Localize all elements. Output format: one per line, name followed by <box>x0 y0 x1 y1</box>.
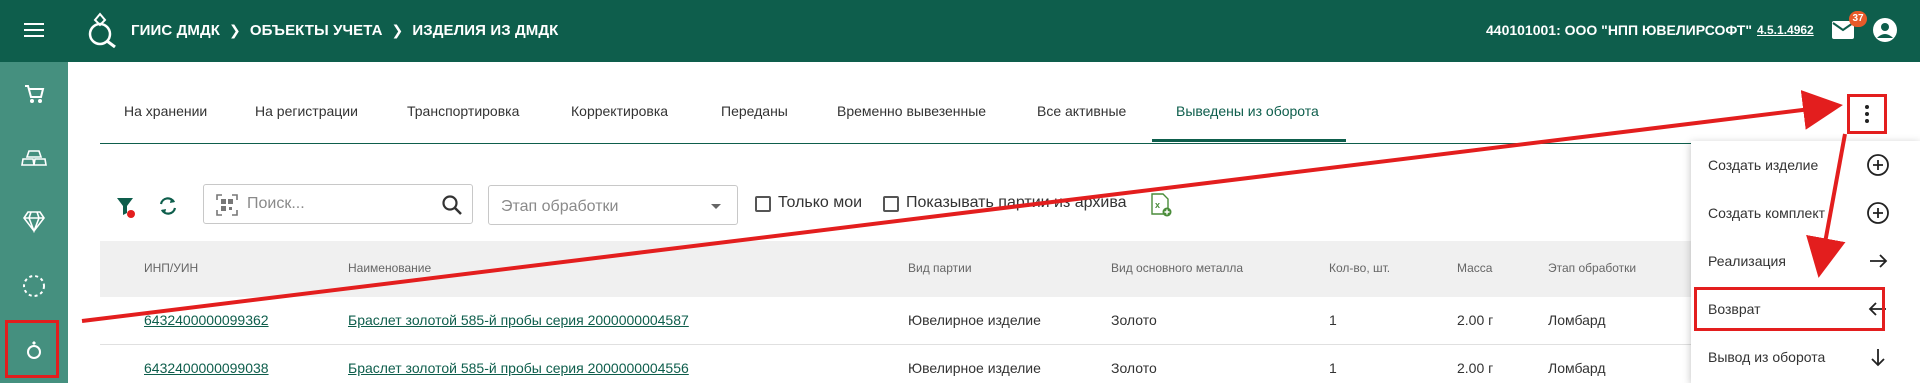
diamond-icon[interactable] <box>14 201 54 241</box>
menu-item-create-item[interactable]: Создать изделие <box>1691 141 1920 189</box>
organization-name: 440101001: ООО "НПП ЮВЕЛИРСОФТ" <box>1486 22 1752 38</box>
search-input[interactable] <box>247 193 427 215</box>
chevron-down-icon <box>711 204 721 209</box>
filter-icon[interactable] <box>116 196 136 218</box>
tab-all-active[interactable]: Все активные <box>1037 92 1126 144</box>
menu-item-sale[interactable]: Реализация <box>1691 237 1920 285</box>
annotation-box-kebab <box>1847 94 1887 134</box>
plus-circle-icon <box>1867 202 1889 224</box>
column-header-inp[interactable]: ИНП/УИН <box>144 261 198 275</box>
cart-icon[interactable] <box>14 74 54 114</box>
row-name-link[interactable]: Браслет золотой 585-й пробы серия 200000… <box>348 360 689 376</box>
row-stage: Ломбард <box>1548 312 1606 328</box>
column-header-stage[interactable]: Этап обработки <box>1548 261 1636 275</box>
version-link[interactable]: 4.5.1.4962 <box>1757 23 1814 37</box>
table-header: ИНП/УИН Наименование Вид партии Вид осно… <box>100 241 1900 297</box>
menu-item-label: Реализация <box>1708 253 1786 269</box>
tab-transport[interactable]: Транспортировка <box>407 92 519 144</box>
column-header-name[interactable]: Наименование <box>348 261 431 275</box>
tab-temporarily-exported[interactable]: Временно вывезенные <box>837 92 986 144</box>
breadcrumb-root[interactable]: ГИИС ДМДК <box>131 22 220 39</box>
breadcrumb-objects[interactable]: ОБЪЕКТЫ УЧЕТА <box>250 22 383 39</box>
circle-dashed-icon[interactable] <box>14 266 54 306</box>
stage-select-placeholder: Этап обработки <box>501 198 619 215</box>
tab-bar: На хранении На регистрации Транспортиров… <box>100 92 1885 144</box>
row-inp-link[interactable]: 6432400000099038 <box>144 360 269 376</box>
menu-item-label: Создать изделие <box>1708 157 1819 173</box>
row-batch-type: Ювелирное изделие <box>908 360 1041 376</box>
tab-registration[interactable]: На регистрации <box>255 92 358 144</box>
table-row[interactable]: 6432400000099362 Браслет золотой 585-й п… <box>100 297 1900 345</box>
chevron-right-icon: ❯ <box>229 22 241 38</box>
ingots-icon[interactable] <box>14 138 54 178</box>
row-stage: Ломбард <box>1548 360 1606 376</box>
row-mass: 2.00 г <box>1457 360 1494 376</box>
actions-menu: Создать изделие Создать комплект Реализа… <box>1691 141 1920 383</box>
row-batch-type: Ювелирное изделие <box>908 312 1041 328</box>
only-mine-label: Только мои <box>778 194 863 211</box>
breadcrumb-current: ИЗДЕЛИЯ ИЗ ДМДК <box>412 22 559 39</box>
excel-export-icon[interactable]: x <box>1150 193 1172 217</box>
tab-correction[interactable]: Корректировка <box>571 92 668 144</box>
account-icon[interactable] <box>1872 17 1898 43</box>
qr-scan-icon[interactable] <box>216 194 238 216</box>
svg-text:x: x <box>1155 200 1160 210</box>
search-field <box>203 184 473 224</box>
app-header: ГИИС ДМДК ❯ ОБЪЕКТЫ УЧЕТА ❯ ИЗДЕЛИЯ ИЗ Д… <box>0 0 1920 62</box>
menu-item-create-set[interactable]: Создать комплект <box>1691 189 1920 237</box>
notification-badge: 37 <box>1849 11 1867 27</box>
column-header-metal[interactable]: Вид основного металла <box>1111 261 1243 275</box>
annotation-box-return <box>1694 287 1885 331</box>
table-row[interactable]: 6432400000099038 Браслет золотой 585-й п… <box>100 345 1900 383</box>
row-metal: Золото <box>1111 360 1157 376</box>
arrow-down-icon <box>1871 349 1885 367</box>
annotation-box-ring <box>5 320 59 378</box>
row-inp-link[interactable]: 6432400000099362 <box>144 312 269 328</box>
active-tab-indicator <box>1152 139 1346 142</box>
menu-icon[interactable] <box>22 19 46 43</box>
row-mass: 2.00 г <box>1457 312 1494 328</box>
column-header-qty[interactable]: Кол-во, шт. <box>1329 261 1390 275</box>
row-qty: 1 <box>1329 360 1337 376</box>
show-archive-label: Показывать партии из архива <box>906 194 1127 211</box>
tab-storage[interactable]: На хранении <box>124 92 207 144</box>
column-header-batch-type[interactable]: Вид партии <box>908 261 972 275</box>
chevron-right-icon: ❯ <box>391 22 404 38</box>
arrow-right-icon <box>1870 254 1888 268</box>
column-header-mass[interactable]: Масса <box>1457 261 1492 275</box>
logo-icon[interactable] <box>86 12 120 48</box>
tab-withdrawn[interactable]: Выведены из оборота <box>1176 92 1319 144</box>
row-name-link[interactable]: Браслет золотой 585-й пробы серия 200000… <box>348 312 689 328</box>
stage-select[interactable]: Этап обработки <box>488 185 738 225</box>
menu-item-label: Создать комплект <box>1708 205 1826 221</box>
show-archive-checkbox[interactable] <box>883 196 899 212</box>
only-mine-checkbox[interactable] <box>755 196 771 212</box>
breadcrumb: ГИИС ДМДК ❯ ОБЪЕКТЫ УЧЕТА ❯ ИЗДЕЛИЯ ИЗ Д… <box>131 22 558 39</box>
menu-item-withdraw[interactable]: Вывод из оборота <box>1691 333 1920 381</box>
plus-circle-icon <box>1867 154 1889 176</box>
row-qty: 1 <box>1329 312 1337 328</box>
search-icon[interactable] <box>441 194 463 216</box>
row-metal: Золото <box>1111 312 1157 328</box>
refresh-icon[interactable] <box>156 194 180 218</box>
menu-item-label: Вывод из оборота <box>1708 349 1826 365</box>
tab-transferred[interactable]: Переданы <box>721 92 788 144</box>
